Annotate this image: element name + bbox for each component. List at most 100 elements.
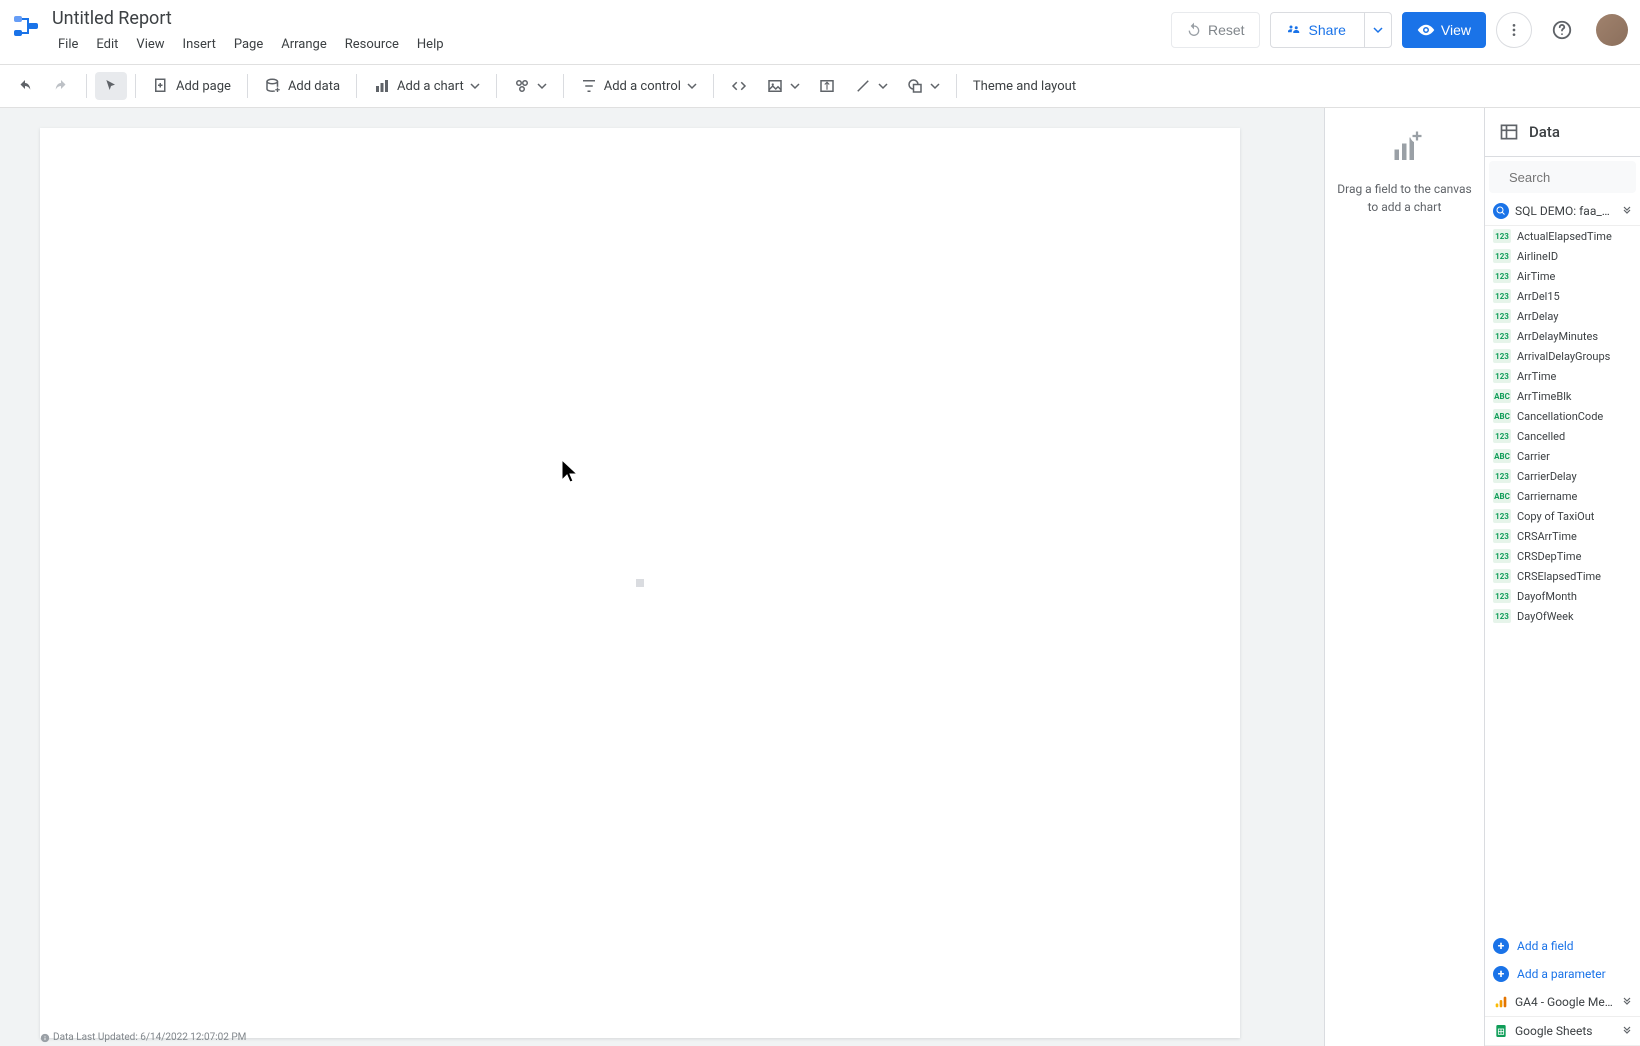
field-item[interactable]: ABC ArrTimeBlk: [1485, 386, 1640, 406]
number-type-badge: 123: [1493, 369, 1511, 383]
number-type-badge: 123: [1493, 469, 1511, 483]
number-type-badge: 123: [1493, 549, 1511, 563]
text-type-badge: ABC: [1493, 389, 1511, 403]
menu-page[interactable]: Page: [226, 33, 271, 56]
expand-icon[interactable]: [1622, 997, 1632, 1007]
user-avatar[interactable]: [1596, 14, 1628, 46]
data-source-ga4[interactable]: GA4 - Google Merc...: [1485, 988, 1640, 1017]
field-item[interactable]: 123DayofMonth: [1485, 586, 1640, 606]
data-source-sql[interactable]: SQL DEMO: faa_fli...: [1485, 197, 1640, 226]
text-icon: [818, 77, 836, 95]
cursor-icon: [103, 78, 119, 94]
line-button[interactable]: [846, 71, 896, 101]
view-label: View: [1441, 22, 1471, 38]
share-icon: [1285, 21, 1303, 39]
field-item[interactable]: 123ArrDelayMinutes: [1485, 326, 1640, 346]
field-item[interactable]: 123ArrTime: [1485, 366, 1640, 386]
add-control-button[interactable]: Add a control: [572, 71, 705, 101]
field-item[interactable]: 123DayOfWeek: [1485, 606, 1640, 626]
divider: [496, 74, 497, 98]
theme-layout-button[interactable]: Theme and layout: [965, 73, 1084, 100]
theme-label: Theme and layout: [973, 79, 1076, 94]
share-button[interactable]: Share: [1270, 12, 1392, 48]
field-item[interactable]: ABCCancellationCode: [1485, 406, 1640, 426]
add-chart-button[interactable]: Add a chart: [365, 71, 488, 101]
field-name: CRSArrTime: [1517, 530, 1632, 543]
help-button[interactable]: [1542, 10, 1582, 50]
field-item[interactable]: 123AirlineID: [1485, 246, 1640, 266]
shape-button[interactable]: [898, 71, 948, 101]
field-item[interactable]: ABCCarriername: [1485, 486, 1640, 506]
canvas-area[interactable]: Data Last Updated: 6/14/2022 12:07:02 PM: [0, 108, 1324, 1046]
chart-icon: [373, 77, 391, 95]
divider: [356, 74, 357, 98]
menu-view[interactable]: View: [128, 33, 172, 56]
redo-button[interactable]: [44, 71, 78, 101]
menu-help[interactable]: Help: [409, 33, 452, 56]
canvas[interactable]: [40, 128, 1240, 1038]
field-item[interactable]: 123AirTime: [1485, 266, 1640, 286]
add-parameter-label: Add a parameter: [1517, 967, 1606, 981]
field-name: ArrTimeBlk: [1517, 390, 1632, 403]
view-button[interactable]: View: [1402, 12, 1486, 48]
document-title[interactable]: Untitled Report: [50, 6, 1171, 31]
undo-button[interactable]: [8, 71, 42, 101]
field-name: ArrDelayMinutes: [1517, 330, 1632, 343]
add-page-label: Add page: [176, 79, 231, 94]
app-logo[interactable]: [10, 10, 42, 42]
add-field-label: Add a field: [1517, 939, 1574, 953]
toolbar: Add page Add data Add a chart Add a cont…: [0, 64, 1640, 108]
menu-edit[interactable]: Edit: [88, 33, 126, 56]
number-type-badge: 123: [1493, 269, 1511, 283]
field-item[interactable]: 123CRSArrTime: [1485, 526, 1640, 546]
data-source-sheets[interactable]: Google Sheets: [1485, 1017, 1640, 1046]
search-input[interactable]: [1509, 170, 1640, 185]
add-parameter-button[interactable]: + Add a parameter: [1485, 960, 1640, 988]
chevron-down-icon: [1373, 25, 1383, 35]
reset-button[interactable]: Reset: [1171, 12, 1260, 48]
field-item[interactable]: 123CarrierDelay: [1485, 466, 1640, 486]
field-item[interactable]: 123ArrDelay: [1485, 306, 1640, 326]
chevron-down-icon: [470, 81, 480, 91]
number-type-badge: 123: [1493, 509, 1511, 523]
expand-icon[interactable]: [1622, 206, 1632, 216]
share-dropdown[interactable]: [1364, 13, 1391, 47]
field-item[interactable]: 123ActualElapsedTime: [1485, 226, 1640, 246]
add-page-button[interactable]: Add page: [144, 71, 239, 101]
text-button[interactable]: [810, 71, 844, 101]
share-label: Share: [1309, 22, 1346, 38]
divider: [563, 74, 564, 98]
expand-icon[interactable]: [1622, 1026, 1632, 1036]
plus-icon: +: [1493, 966, 1509, 982]
field-search[interactable]: [1489, 161, 1636, 193]
field-name: ArrDelay: [1517, 310, 1632, 323]
chevron-down-icon: [537, 81, 547, 91]
community-viz-button[interactable]: [505, 71, 555, 101]
add-field-button[interactable]: + Add a field: [1485, 932, 1640, 960]
field-item[interactable]: 123Cancelled: [1485, 426, 1640, 446]
divider: [86, 74, 87, 98]
menu-file[interactable]: File: [50, 33, 86, 56]
field-item[interactable]: 123CRSDepTime: [1485, 546, 1640, 566]
text-type-badge: ABC: [1493, 489, 1511, 503]
more-options-button[interactable]: [1496, 12, 1532, 48]
field-item[interactable]: 123ArrivalDelayGroups: [1485, 346, 1640, 366]
field-item[interactable]: 123CRSElapsedTime: [1485, 566, 1640, 586]
field-item[interactable]: 123Copy of TaxiOut: [1485, 506, 1640, 526]
field-item[interactable]: 123ArrDel15: [1485, 286, 1640, 306]
field-name: ArrDel15: [1517, 290, 1632, 303]
plus-icon: +: [1493, 938, 1509, 954]
menu-arrange[interactable]: Arrange: [273, 33, 334, 56]
menu-resource[interactable]: Resource: [337, 33, 407, 56]
chevron-down-icon: [790, 81, 800, 91]
menu-insert[interactable]: Insert: [175, 33, 224, 56]
add-data-button[interactable]: Add data: [256, 71, 348, 101]
image-button[interactable]: [758, 71, 808, 101]
selection-tool[interactable]: [95, 72, 127, 100]
embed-button[interactable]: [722, 71, 756, 101]
sheets-icon: [1493, 1023, 1509, 1039]
text-type-badge: ABC: [1493, 449, 1511, 463]
undo-icon: [1186, 22, 1202, 38]
field-item[interactable]: ABCCarrier: [1485, 446, 1640, 466]
chevron-down-icon: [930, 81, 940, 91]
